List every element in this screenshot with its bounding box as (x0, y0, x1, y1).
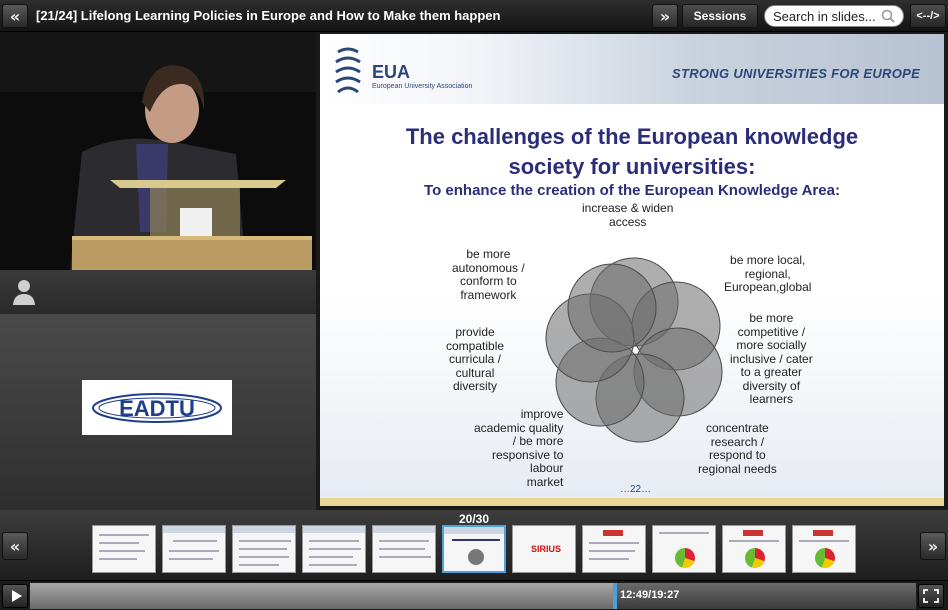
eadtu-logo-graphic: EADTU (92, 392, 222, 423)
search-icon[interactable] (881, 9, 895, 23)
double-chevron-left-icon: « (9, 536, 21, 556)
slide-thumbnail-active[interactable] (442, 525, 506, 573)
next-presentation-button[interactable]: » (652, 4, 678, 28)
slide-thumbnail[interactable] (582, 525, 646, 573)
fullscreen-icon (923, 589, 939, 603)
slide-viewer: EUA European University Association STRO… (316, 32, 948, 510)
slide-counter: 20/30 (458, 512, 490, 526)
slide-number-value: 22 (630, 484, 642, 495)
slide-thumbnail[interactable] (232, 525, 296, 573)
thumbnails-next-button[interactable]: » (920, 532, 946, 560)
search-slides-input[interactable] (773, 8, 877, 24)
person-silhouette-icon (13, 280, 35, 305)
eadtu-logo-text: EADTU (119, 396, 195, 421)
eadtu-logo[interactable]: EADTU (82, 380, 232, 435)
presentation-title: [21/24] Lifelong Learning Policies in Eu… (36, 8, 501, 23)
slide-thumbnail[interactable] (302, 525, 366, 573)
player-controls: 12:49/19:27 (0, 580, 948, 610)
progress-played (30, 583, 615, 609)
thumbnails-previous-button[interactable]: « (2, 532, 28, 560)
slide-footer-line (320, 498, 944, 506)
progress-handle[interactable] (612, 583, 617, 609)
double-chevron-right-icon: » (927, 536, 939, 556)
sponsor-panel: EADTU (0, 314, 316, 510)
thumbnail-strip: « 20/30 SIRIUS » (0, 510, 948, 580)
speaker-info-bar (0, 270, 316, 314)
slide-thumbnail[interactable]: SIRIUS (512, 525, 576, 573)
embed-button[interactable]: <--/> (910, 4, 946, 28)
slide-thumbnail[interactable] (162, 525, 226, 573)
double-chevron-left-icon: « (9, 6, 21, 26)
speaker-video-frame (0, 32, 316, 270)
eua-waves-icon (335, 47, 361, 94)
progress-bar[interactable] (30, 583, 916, 609)
slide-thumbnail[interactable] (722, 525, 786, 573)
slide-thumbnail[interactable] (792, 525, 856, 573)
play-button[interactable] (2, 584, 28, 608)
slide-label-local-global: be more local, regional, European,global (724, 253, 812, 294)
fullscreen-button[interactable] (918, 584, 944, 608)
venn-flower-diagram (545, 257, 723, 443)
current-slide[interactable]: EUA European University Association STRO… (320, 34, 944, 506)
slide-thumbnail[interactable] (652, 525, 716, 573)
slide-label-autonomous: be more autonomous / conform to framewor… (452, 247, 525, 302)
slide-thumbnail[interactable] (92, 525, 156, 573)
eua-logo-text: EUA (372, 62, 411, 82)
sessions-button[interactable]: Sessions (682, 4, 758, 28)
slide-tagline: STRONG UNIVERSITIES FOR EUROPE (672, 66, 921, 81)
search-slides-box[interactable] (764, 5, 904, 27)
slide-number: …22… (620, 484, 652, 495)
slide-subtitle: To enhance the creation of the European … (424, 182, 840, 199)
slide-title: The challenges of the European knowledge… (405, 124, 859, 179)
previous-presentation-button[interactable]: « (2, 4, 28, 28)
speaker-video[interactable] (0, 32, 316, 270)
slide-label-access: increase & widen access (582, 201, 674, 229)
slide-label-competitive: be more competitive / more socially incl… (730, 311, 813, 406)
slide-label-curricula: provide compatible curricula / cultural … (446, 325, 505, 393)
eua-logo-subtitle: European University Association (372, 83, 473, 90)
time-readout: 12:49/19:27 (620, 589, 680, 601)
slide-thumbnail[interactable] (372, 525, 436, 573)
top-bar: « [21/24] Lifelong Learning Policies in … (0, 0, 948, 32)
double-chevron-right-icon: » (659, 6, 671, 26)
